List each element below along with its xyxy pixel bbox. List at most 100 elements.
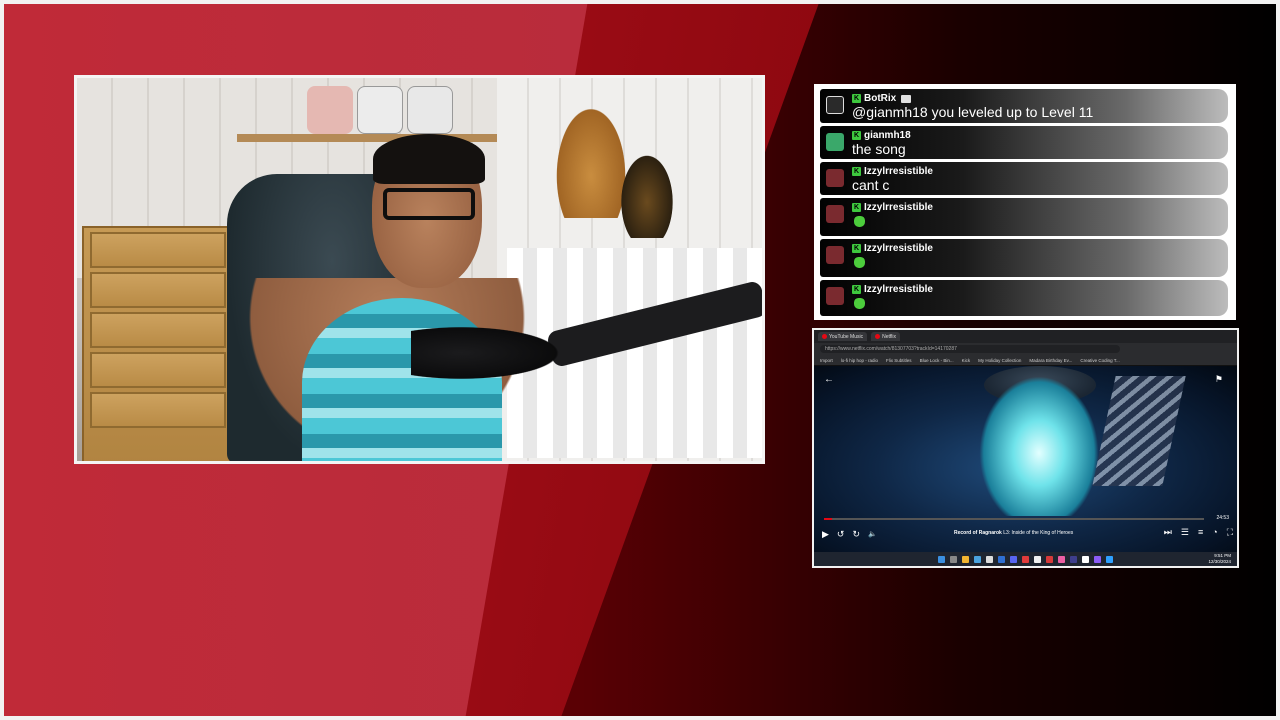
chat-user-line: K Izzylrresistible: [852, 166, 933, 177]
browser-tab-bar: YouTube Music Netflix: [814, 330, 1237, 343]
screen-share: YouTube Music Netflix https://www.netfli…: [812, 328, 1239, 568]
chat-user-line: K Izzylrresistible: [852, 202, 933, 213]
time-remaining: 24:53: [1216, 515, 1229, 521]
kick-badge-icon: K: [852, 131, 861, 140]
green-emote-icon: [854, 298, 865, 309]
taskbar-app-icon[interactable]: [1034, 555, 1041, 563]
bot-badge-icon: [901, 94, 912, 103]
drawer: [90, 272, 226, 308]
chat-user-line: K gianmh18: [852, 130, 911, 141]
next-episode-icon[interactable]: ⏭: [1164, 527, 1172, 538]
rewind-10-icon[interactable]: ↺: [837, 529, 845, 540]
video-progress-bar[interactable]: [824, 518, 1204, 520]
bookmarks-bar: Import lo-fi hip hop - radio Flix Subtit…: [814, 355, 1237, 366]
drawer: [90, 232, 226, 268]
drawer: [90, 312, 226, 348]
bookmark-item[interactable]: Blue Lock - Bin...: [920, 358, 954, 363]
url-input[interactable]: https://www.netflix.com/watch/81307703?t…: [820, 345, 1120, 353]
taskbar-app-icon[interactable]: [1022, 555, 1029, 563]
browser-tab[interactable]: YouTube Music: [818, 332, 868, 341]
taskbar-app-icon[interactable]: [1058, 555, 1065, 563]
bookmark-item[interactable]: Madara Birthday Ev...: [1029, 358, 1072, 363]
video-title: Record of Ragnarok L3: Inside of the Kin…: [954, 530, 1073, 536]
chat-message: K Izzylrresistible cant c: [820, 162, 1228, 195]
chat-username: Izzylrresistible: [864, 284, 933, 295]
video-scene-stairs: [1092, 376, 1186, 486]
kick-badge-icon: K: [852, 203, 861, 212]
user-avatar: [826, 205, 844, 223]
chat-username: gianmh18: [864, 130, 911, 141]
windows-taskbar: 9:51 PM 12/30/2024: [814, 552, 1237, 566]
drawer: [90, 352, 226, 388]
bookmark-item[interactable]: Kick: [962, 358, 971, 363]
volume-icon[interactable]: 🔈: [868, 530, 877, 538]
taskbar-app-icon[interactable]: [974, 555, 981, 563]
pink-bag: [307, 86, 353, 134]
drawer: [90, 392, 226, 428]
taskbar-clock[interactable]: 9:51 PM 12/30/2024: [1208, 553, 1231, 565]
taskbar-app-icon[interactable]: [998, 555, 1005, 563]
tab-title: YouTube Music: [829, 333, 864, 340]
user-avatar: [826, 287, 844, 305]
chat-message-text: @gianmh18 you leveled up to Level 11: [852, 104, 1094, 120]
taskbar-app-icon[interactable]: [1082, 555, 1089, 563]
white-bag: [407, 86, 453, 134]
chat-message: K Izzylrresistible: [820, 198, 1228, 236]
bookmark-item[interactable]: lo-fi hip hop - radio: [841, 358, 878, 363]
kick-badge-icon: K: [852, 285, 861, 294]
report-flag-icon[interactable]: ⚑: [1215, 374, 1223, 385]
search-icon[interactable]: [950, 555, 957, 563]
chat-message: K Izzylrresistible: [820, 239, 1228, 277]
chat-username: BotRix: [864, 93, 897, 104]
browser-tab[interactable]: Netflix: [871, 332, 901, 341]
netflix-video-player[interactable]: ← ⚑ 24:53 ▶ ↺ ↻ 🔈 Record of Ragnarok L3:…: [814, 366, 1237, 552]
user-avatar: [826, 169, 844, 187]
chat-username: Izzylrresistible: [864, 202, 933, 213]
white-bag: [357, 86, 403, 134]
user-avatar: [826, 246, 844, 264]
back-arrow-icon[interactable]: ←: [824, 374, 834, 385]
green-emote-icon: [854, 216, 865, 227]
streamer-hair: [373, 134, 485, 184]
video-progress-fill: [824, 518, 832, 520]
clock-date: 12/30/2024: [1208, 559, 1231, 564]
chat-message-text: the song: [852, 141, 906, 157]
taskbar-app-icon[interactable]: [1070, 555, 1077, 563]
streamer-glasses: [383, 188, 475, 220]
chat-message-text: cant c: [852, 177, 890, 193]
playback-speed-icon[interactable]: ◔: [1212, 527, 1217, 538]
tab-favicon-icon: [822, 334, 827, 339]
start-icon[interactable]: [938, 555, 945, 563]
chat-user-line: K BotRix: [852, 93, 912, 104]
user-avatar: [826, 96, 844, 114]
episode-title: L3: Inside of the King of Heroes: [1003, 530, 1074, 536]
bookmark-item[interactable]: Import: [820, 358, 833, 363]
file-explorer-icon[interactable]: [962, 555, 969, 563]
microphone: [411, 313, 611, 393]
fullscreen-icon[interactable]: ⛶: [1227, 527, 1233, 538]
taskbar-app-icon[interactable]: [1010, 555, 1017, 563]
browser-address-bar: https://www.netflix.com/watch/81307703?t…: [814, 343, 1237, 355]
taskbar-app-icon[interactable]: [1094, 555, 1101, 563]
play-icon[interactable]: ▶: [822, 529, 829, 540]
green-emote-icon: [854, 257, 865, 268]
video-scene-capsule: [979, 376, 1099, 516]
taskbar-app-icon[interactable]: [1046, 555, 1053, 563]
bookmark-item[interactable]: My Holiday Collection: [978, 358, 1021, 363]
forward-10-icon[interactable]: ↻: [852, 529, 860, 540]
bookmark-item[interactable]: Flix Subtitles: [886, 358, 912, 363]
chat-user-line: K Izzylrresistible: [852, 284, 933, 295]
user-avatar: [826, 133, 844, 151]
bookmark-item[interactable]: Creative Coding T...: [1080, 358, 1119, 363]
subtitles-icon[interactable]: ≡: [1198, 527, 1203, 538]
chat-overlay: K BotRix @gianmh18 you leveled up to Lev…: [814, 84, 1236, 320]
chat-user-line: K Izzylrresistible: [852, 243, 933, 254]
tab-favicon-icon: [875, 334, 881, 339]
episodes-icon[interactable]: ☰: [1181, 527, 1189, 538]
taskbar-app-icon[interactable]: [1106, 555, 1113, 563]
chat-username: Izzylrresistible: [864, 243, 933, 254]
taskbar-app-icon[interactable]: [986, 555, 993, 563]
electric-guitar: [617, 148, 677, 238]
chat-message: K BotRix @gianmh18 you leveled up to Lev…: [820, 89, 1228, 123]
webcam-feed: [74, 75, 765, 464]
